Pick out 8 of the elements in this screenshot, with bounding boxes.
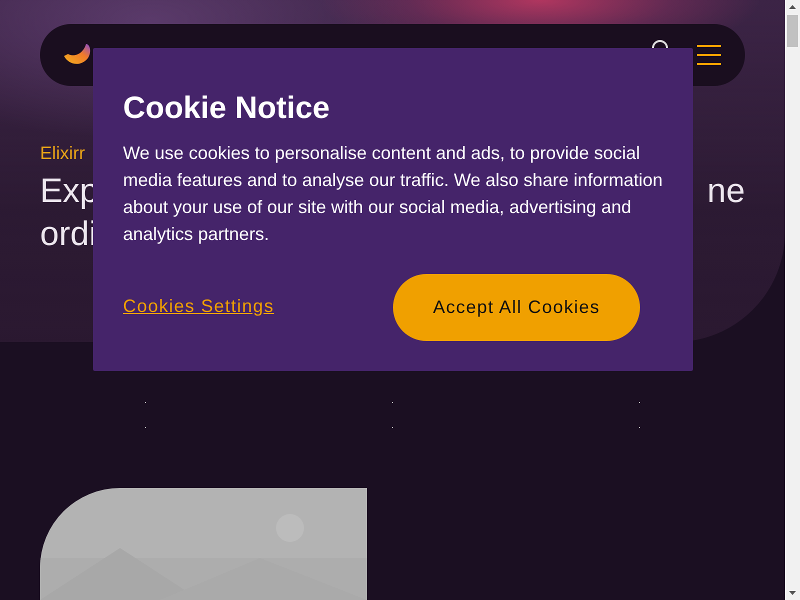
eyebrow-text: Elixirr [40,143,85,164]
cookies-settings-link[interactable]: Cookies Settings [123,296,274,317]
accept-button[interactable]: Accept All Cookies [393,274,640,341]
scrollbar-thumb[interactable] [787,15,798,47]
menu-icon[interactable] [697,45,721,65]
dialog-title: Cookie Notice [123,90,331,126]
dialog-text: We use cookies to personalise content and ads, to provide social media features and to analyse our traffic. We also share information about your use of our site with our social media, advertising and analytics partners. [123,142,663,246]
heading-text: ne [707,171,745,212]
